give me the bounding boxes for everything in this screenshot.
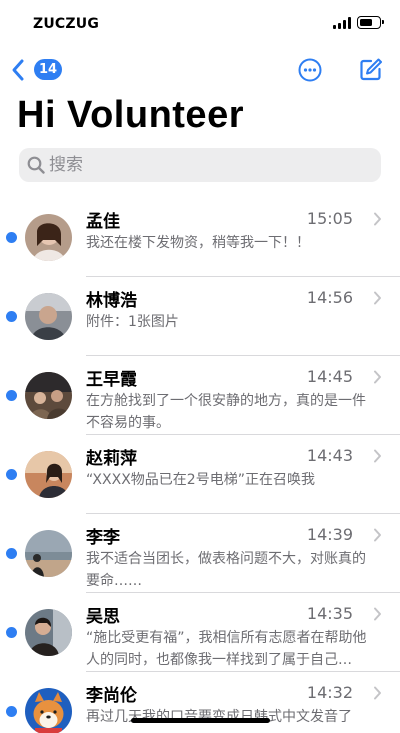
contact-name: 林博浩 bbox=[86, 291, 137, 311]
avatar bbox=[25, 451, 72, 498]
unread-indicator bbox=[6, 469, 17, 480]
chevron-right-icon bbox=[374, 607, 381, 621]
unread-indicator bbox=[6, 706, 17, 717]
avatar bbox=[25, 372, 72, 419]
conversation-row[interactable]: 李李 14:39 我不适合当团长，做表格问题不大，对账真的要命…… bbox=[0, 514, 400, 593]
contact-name: 王早霞 bbox=[86, 370, 137, 390]
signal-icon bbox=[333, 17, 351, 29]
unread-indicator bbox=[6, 627, 17, 638]
carrier-label: ZUCZUG bbox=[33, 16, 100, 32]
search-input[interactable] bbox=[49, 148, 369, 182]
message-time: 14:32 bbox=[306, 683, 353, 702]
message-time: 14:56 bbox=[306, 288, 353, 307]
message-preview: “XXXX物品已在2号电梯”正在召唤我 bbox=[86, 472, 315, 488]
chevron-right-icon bbox=[374, 370, 381, 384]
chevron-right-icon bbox=[374, 212, 381, 226]
unread-indicator bbox=[6, 390, 17, 401]
contact-name: 孟佳 bbox=[86, 212, 120, 232]
navigation-bar: 14 bbox=[0, 52, 400, 88]
chevron-right-icon bbox=[374, 528, 381, 542]
avatar bbox=[25, 609, 72, 656]
message-preview: 再过几天我的口音要变成日韩式中文发音了 bbox=[86, 709, 352, 725]
chevron-right-icon bbox=[374, 686, 381, 700]
unread-indicator bbox=[6, 311, 17, 322]
message-time: 14:45 bbox=[306, 367, 353, 386]
message-time: 15:05 bbox=[306, 209, 353, 228]
battery-icon bbox=[357, 16, 384, 29]
status-bar: ZUCZUG bbox=[0, 0, 400, 46]
search-bar[interactable] bbox=[19, 148, 381, 182]
message-time: 14:43 bbox=[306, 446, 353, 465]
compose-icon[interactable] bbox=[358, 57, 383, 82]
message-preview: 我还在楼下发物资，稍等我一下！！ bbox=[86, 235, 310, 251]
message-time: 14:39 bbox=[306, 525, 353, 544]
unread-count-badge[interactable]: 14 bbox=[34, 59, 62, 80]
contact-name: 赵莉萍 bbox=[86, 449, 137, 469]
conversation-row[interactable]: 李尚伦 14:32 再过几天我的口音要变成日韩式中文发音了 bbox=[0, 672, 400, 733]
contact-name: 李李 bbox=[86, 528, 120, 548]
avatar bbox=[25, 688, 72, 733]
chevron-right-icon bbox=[374, 291, 381, 305]
conversation-row[interactable]: 林博浩 14:56 附件：1张图片 bbox=[0, 277, 400, 356]
avatar bbox=[25, 214, 72, 261]
chevron-right-icon bbox=[374, 449, 381, 463]
battery-level bbox=[359, 18, 373, 26]
message-preview: 在方舱找到了一个很安静的地方，真的是一件不容易的事。 bbox=[86, 393, 366, 431]
page-title: Hi Volunteer bbox=[17, 94, 244, 136]
conversation-row[interactable]: 孟佳 15:05 我还在楼下发物资，稍等我一下！！ bbox=[0, 198, 400, 277]
avatar bbox=[25, 530, 72, 577]
avatar bbox=[25, 293, 72, 340]
back-chevron-icon[interactable] bbox=[10, 58, 26, 82]
home-indicator[interactable] bbox=[131, 718, 270, 723]
unread-indicator bbox=[6, 232, 17, 243]
message-preview: 附件：1张图片 bbox=[86, 314, 179, 330]
conversation-row[interactable]: 吴思 14:35 “施比受更有福”，我相信所有志愿者在帮助他人的同时，也都像我一… bbox=[0, 593, 400, 672]
conversation-row[interactable]: 赵莉萍 14:43 “XXXX物品已在2号电梯”正在召唤我 bbox=[0, 435, 400, 514]
conversation-row[interactable]: 王早霞 14:45 在方舱找到了一个很安静的地方，真的是一件不容易的事。 bbox=[0, 356, 400, 435]
contact-name: 吴思 bbox=[86, 607, 120, 627]
more-options-icon[interactable] bbox=[298, 58, 322, 82]
search-icon bbox=[27, 156, 45, 174]
message-preview: 我不适合当团长，做表格问题不大，对账真的要命…… bbox=[86, 551, 366, 589]
unread-indicator bbox=[6, 548, 17, 559]
contact-name: 李尚伦 bbox=[86, 686, 137, 706]
message-preview: “施比受更有福”，我相信所有志愿者在帮助他人的同时，也都像我一样找到了属于自己… bbox=[86, 630, 367, 668]
message-time: 14:35 bbox=[306, 604, 353, 623]
